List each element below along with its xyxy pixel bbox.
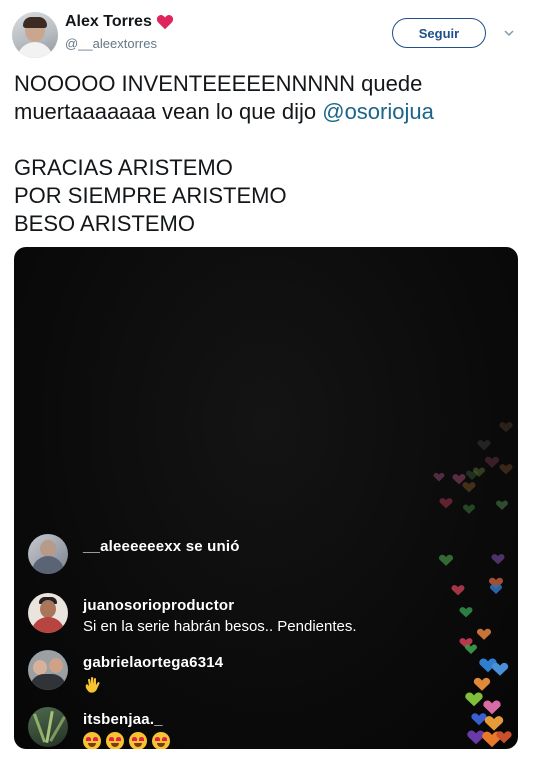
waving-hand-icon bbox=[85, 676, 100, 693]
tweet-text-line: NOOOOO INVENTEEEEENNNNN quede bbox=[14, 71, 423, 96]
floating-heart-icon bbox=[459, 607, 473, 618]
floating-heart-icon bbox=[484, 716, 504, 731]
floating-heart-icon bbox=[496, 500, 508, 510]
floating-heart-icon bbox=[477, 440, 491, 451]
floating-heart-icon bbox=[491, 554, 505, 565]
live-video[interactable]: __aleeeeeexx se unió juanosorioproductor… bbox=[14, 247, 518, 749]
tweet-text-line: muertaaaaaaa vean lo que dijo @osoriojua bbox=[14, 98, 519, 126]
commenter-avatar[interactable] bbox=[28, 534, 68, 574]
tweet-text: NOOOOO INVENTEEEEENNNNN quede muertaaaaa… bbox=[14, 70, 519, 238]
commenter-avatar[interactable] bbox=[28, 650, 68, 690]
author-avatar[interactable] bbox=[12, 12, 58, 58]
floating-heart-icon bbox=[433, 472, 445, 482]
floating-heart-icon bbox=[473, 677, 491, 691]
floating-heart-icon bbox=[463, 504, 475, 514]
author-handle[interactable]: @__aleextorres bbox=[65, 36, 157, 51]
commenter-avatar[interactable] bbox=[28, 707, 68, 747]
floating-heart-icon bbox=[499, 464, 513, 475]
comment-username[interactable]: __aleeeeeexx se unió bbox=[83, 538, 240, 555]
heart-eyes-emoji-icon bbox=[152, 732, 170, 749]
floating-heart-icon bbox=[465, 644, 477, 654]
floating-heart-icon bbox=[465, 692, 483, 707]
follow-button[interactable]: Seguir bbox=[392, 18, 486, 48]
commenter-avatar[interactable] bbox=[28, 593, 68, 633]
tweet-header: Alex Torres @__aleextorres Seguir bbox=[0, 0, 533, 70]
floating-hearts bbox=[433, 422, 513, 748]
floating-heart-icon bbox=[471, 713, 487, 726]
floating-heart-icon bbox=[491, 662, 509, 676]
floating-heart-icon bbox=[452, 474, 466, 485]
tweet-text-fragment: muertaaaaaaa vean lo que dijo bbox=[14, 99, 323, 124]
comment-text: Si en la serie habrán besos.. Pendientes… bbox=[83, 618, 357, 635]
mention-link[interactable]: @osoriojua bbox=[322, 99, 434, 124]
red-heart-icon bbox=[156, 15, 173, 30]
comment-username[interactable]: juanosorioproductor bbox=[83, 597, 234, 614]
floating-heart-icon bbox=[496, 731, 512, 744]
floating-heart-icon bbox=[484, 456, 500, 468]
tweet-text-line: GRACIAS ARISTEMO bbox=[14, 155, 233, 180]
floating-heart-icon bbox=[462, 482, 476, 493]
floating-heart-icon bbox=[439, 498, 453, 509]
floating-heart-icon bbox=[451, 585, 465, 596]
comment-username[interactable]: itsbenjaa._ bbox=[83, 711, 163, 728]
floating-heart-icon bbox=[499, 422, 513, 433]
heart-eyes-emoji-icon bbox=[83, 732, 101, 749]
tweet-text-line: BESO ARISTEMO bbox=[14, 211, 195, 236]
author-name[interactable]: Alex Torres bbox=[65, 13, 152, 31]
comment-username[interactable]: gabrielaortega6314 bbox=[83, 654, 223, 671]
comment-text bbox=[83, 675, 103, 695]
floating-heart-icon bbox=[438, 554, 454, 566]
floating-heart-icon bbox=[483, 700, 501, 715]
floating-heart-icon bbox=[467, 730, 485, 745]
author-name-row[interactable]: Alex Torres bbox=[65, 13, 174, 31]
tweet-text-line: POR SIEMPRE ARISTEMO bbox=[14, 183, 287, 208]
heart-eyes-emoji-icon bbox=[106, 732, 124, 749]
floating-heart-icon bbox=[476, 628, 492, 640]
heart-eyes-emoji-icon bbox=[129, 732, 147, 749]
comment-text bbox=[83, 732, 175, 749]
chevron-down-icon[interactable] bbox=[502, 26, 516, 40]
